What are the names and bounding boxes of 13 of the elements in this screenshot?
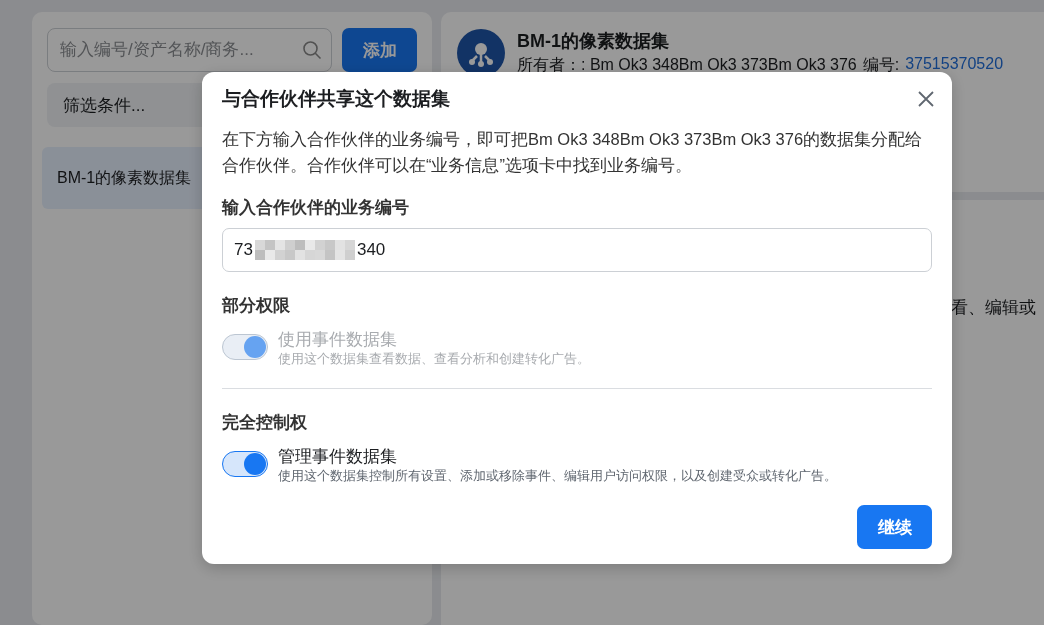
owner-text: 所有者：: Bm Ok3 348Bm Ok3 373Bm Ok3 376 — [517, 55, 857, 75]
id-value: 37515370520 — [905, 55, 1004, 74]
option-description: 使用这个数据集控制所有设置、添加或移除事件、编辑用户访问权限，以及创建受众或转化广告。 — [278, 467, 837, 485]
section-heading: 完全控制权 — [222, 412, 308, 434]
section-heading: 部分权限 — [222, 295, 291, 317]
dialog-description: 在下方输入合作伙伴的业务编号，即可把Bm Ok3 348Bm Ok3 373Bm Ok3 376的数据集分配给合作伙伴。合作伙伴可以在“业务信息”选项卡中找到业务编号。 — [222, 129, 924, 176]
description-text: 看、编辑或 — [951, 297, 1037, 319]
dataset-title: BM-1的像素数据集 — [517, 30, 670, 53]
option-title: 使用事件数据集 — [278, 329, 398, 350]
option-description: 使用这个数据集查看数据、查看分析和创建转化广告。 — [278, 350, 590, 368]
option-title: 管理事件数据集 — [278, 446, 398, 467]
id-label: 编号: — [862, 55, 900, 75]
field-label: 输入合作伙伴的业务编号 — [222, 197, 410, 219]
